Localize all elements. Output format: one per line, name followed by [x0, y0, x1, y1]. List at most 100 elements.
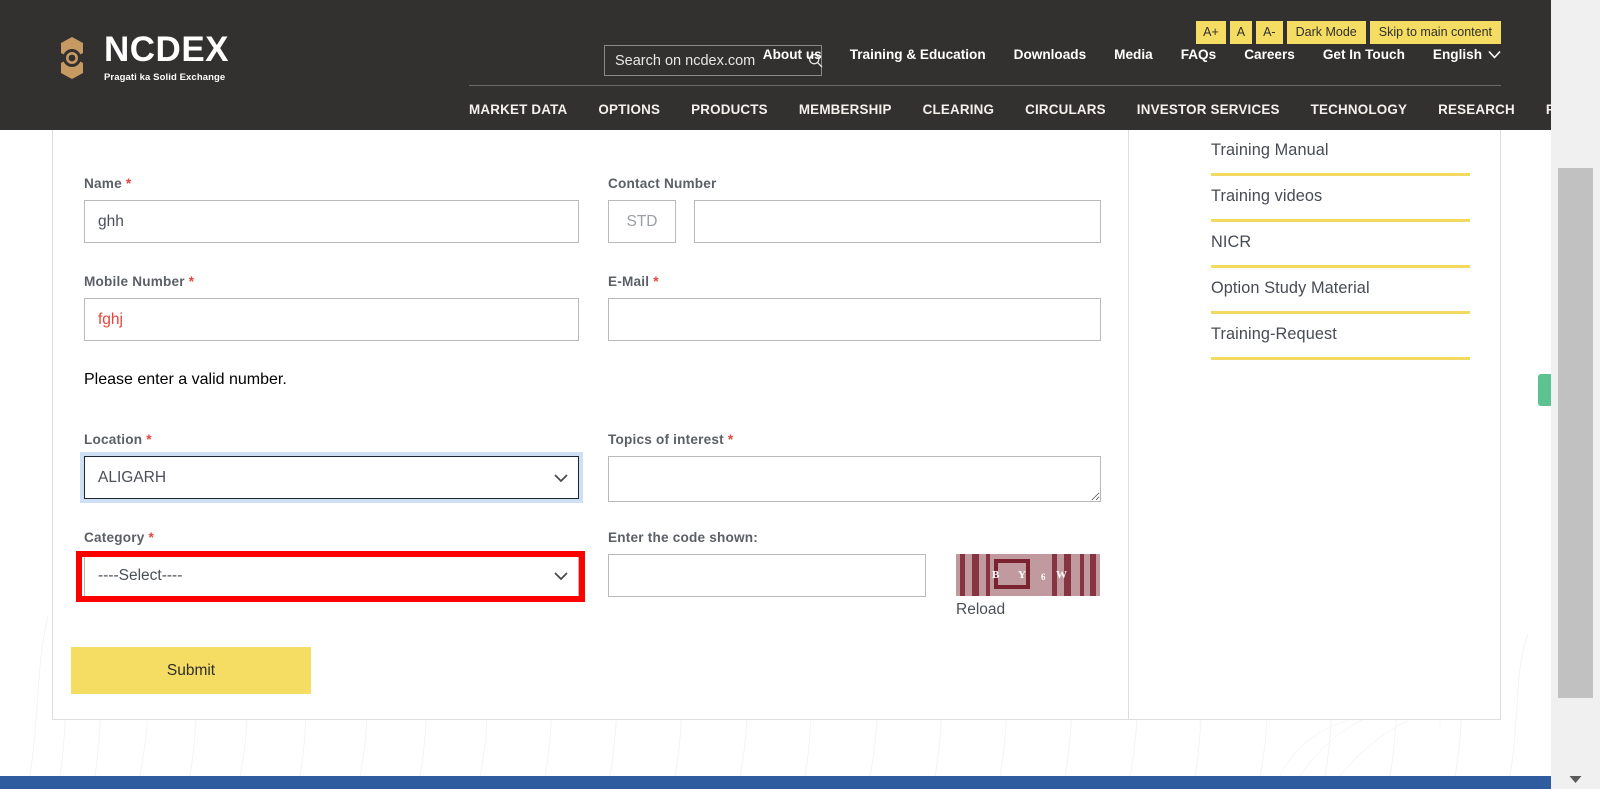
nav-clearing[interactable]: CLEARING: [923, 102, 995, 117]
accessibility-toolbar: A+ A A- Dark Mode Skip to main content: [1196, 21, 1501, 44]
label-name-text: Name: [84, 176, 122, 191]
captcha-image: B Y 6 W: [956, 554, 1100, 596]
location-select[interactable]: [84, 456, 579, 499]
sidebar-item-nicr[interactable]: NICR: [1211, 222, 1470, 268]
label-location: Location *: [84, 432, 579, 447]
sidebar-item-option-study-material[interactable]: Option Study Material: [1211, 268, 1470, 314]
required-marker: *: [188, 274, 195, 289]
nav-options[interactable]: OPTIONS: [598, 102, 660, 117]
nav-membership[interactable]: MEMBERSHIP: [799, 102, 892, 117]
field-location: Location *: [84, 432, 579, 499]
captcha-char-3: W: [1056, 569, 1067, 581]
nav-investor-services[interactable]: INVESTOR SERVICES: [1137, 102, 1280, 117]
sidebar-item-training-request[interactable]: Training-Request: [1211, 314, 1470, 360]
required-marker: *: [125, 176, 132, 191]
nav-products[interactable]: PRODUCTS: [691, 102, 768, 117]
label-name: Name *: [84, 176, 579, 191]
sidebar-item-training-manual[interactable]: Training Manual: [1211, 130, 1470, 176]
sidebar-item-label: Option Study Material: [1211, 279, 1370, 297]
captcha-char-2: 6: [1041, 572, 1046, 582]
logo-wordmark: NCDEX: [104, 30, 230, 69]
site-header: NCDEX Pragati ka Solid Exchange A+ A A- …: [0, 0, 1551, 130]
scrollbar-thumb[interactable]: [1558, 168, 1593, 698]
top-link-media[interactable]: Media: [1114, 47, 1153, 62]
chevron-down-icon: [1488, 50, 1501, 59]
field-category: Category *: [84, 530, 579, 597]
captcha-reload-link[interactable]: Reload: [956, 601, 1100, 619]
font-decrease-button[interactable]: A-: [1256, 21, 1283, 44]
captcha-input[interactable]: [608, 554, 926, 597]
sidebar-item-label: NICR: [1211, 233, 1252, 251]
sidebar-item-label: Training-Request: [1211, 325, 1337, 343]
site-logo[interactable]: NCDEX Pragati ka Solid Exchange: [52, 32, 229, 83]
top-link-downloads[interactable]: Downloads: [1014, 47, 1087, 62]
label-contact-number: Contact Number: [608, 176, 717, 191]
top-link-careers[interactable]: Careers: [1244, 47, 1295, 62]
field-topics-of-interest: Topics of interest *: [608, 432, 1101, 507]
required-marker: *: [727, 432, 734, 447]
field-captcha: Enter the code shown: B Y 6 W Reload: [608, 530, 1101, 619]
std-code-input[interactable]: [608, 200, 676, 243]
scrollbar-down-arrow-icon[interactable]: [1551, 770, 1600, 789]
content-card: Name * Contact Number Mobile Number *: [52, 130, 1501, 720]
label-mobile-number-text: Mobile Number: [84, 274, 185, 289]
logo-text-block: NCDEX Pragati ka Solid Exchange: [104, 32, 229, 83]
sidebar-divider: [1211, 357, 1470, 360]
email-input[interactable]: [608, 298, 1101, 341]
sidebar-item-label: Training videos: [1211, 187, 1323, 205]
nav-circulars[interactable]: CIRCULARS: [1025, 102, 1106, 117]
browser-scrollbar[interactable]: [1551, 0, 1600, 789]
logo-tagline: Pragati ka Solid Exchange: [104, 72, 226, 83]
category-select-wrapper[interactable]: [84, 554, 579, 597]
topics-of-interest-textarea[interactable]: [608, 456, 1101, 502]
mobile-number-input[interactable]: [84, 298, 579, 341]
label-topics-of-interest: Topics of interest *: [608, 432, 1101, 447]
location-select-wrapper[interactable]: [84, 456, 579, 499]
language-label: English: [1432, 47, 1482, 62]
skip-to-main-content-button[interactable]: Skip to main content: [1369, 21, 1501, 44]
top-nav-links: About us Training & Education Downloads …: [763, 47, 1501, 62]
top-link-about-us[interactable]: About us: [763, 47, 822, 62]
mobile-number-error-message: Please enter a valid number.: [84, 371, 287, 388]
captcha-char-1: Y: [1018, 569, 1026, 581]
required-marker: *: [148, 530, 155, 545]
page-root: NCDEX Pragati ka Solid Exchange A+ A A- …: [0, 0, 1551, 789]
font-normal-button[interactable]: A: [1229, 21, 1253, 44]
top-link-training-and-education[interactable]: Training & Education: [850, 47, 986, 62]
captcha-row: B Y 6 W Reload: [608, 554, 1101, 619]
label-mobile-number: Mobile Number *: [84, 274, 579, 289]
label-captcha: Enter the code shown:: [608, 530, 758, 545]
submit-button[interactable]: Submit: [71, 647, 311, 694]
nav-research[interactable]: RESEARCH: [1438, 102, 1515, 117]
ncdex-hex-logo-icon: [61, 36, 83, 79]
top-link-get-in-touch[interactable]: Get In Touch: [1323, 47, 1405, 62]
name-input[interactable]: [84, 200, 579, 243]
floating-chat-tab[interactable]: [1538, 374, 1551, 406]
sidebar-item-label: Training Manual: [1211, 141, 1329, 159]
category-select[interactable]: [84, 554, 579, 597]
field-name: Name *: [84, 176, 579, 243]
field-mobile-number: Mobile Number *: [84, 274, 579, 341]
label-category-text: Category: [84, 530, 145, 545]
nav-market-data[interactable]: MARKET DATA: [469, 102, 567, 117]
label-topics-text: Topics of interest: [608, 432, 724, 447]
sidebar-item-training-videos[interactable]: Training videos: [1211, 176, 1470, 222]
contact-number-input[interactable]: [694, 200, 1101, 243]
field-email: E-Mail *: [608, 274, 1101, 341]
main-navigation: MARKET DATA OPTIONS PRODUCTS MEMBERSHIP …: [469, 95, 1551, 123]
page-bottom-bar: [0, 776, 1551, 789]
label-location-text: Location: [84, 432, 143, 447]
contact-number-row: [608, 200, 1101, 243]
header-divider: [469, 85, 1501, 86]
training-request-form: Name * Contact Number Mobile Number *: [53, 130, 1129, 719]
nav-technology[interactable]: TECHNOLOGY: [1311, 102, 1407, 117]
top-link-faqs[interactable]: FAQs: [1181, 47, 1217, 62]
dark-mode-button[interactable]: Dark Mode: [1286, 21, 1366, 44]
captcha-char-0: B: [992, 569, 1000, 581]
font-increase-button[interactable]: A+: [1196, 21, 1226, 44]
required-marker: *: [653, 274, 659, 289]
captcha-block: B Y 6 W Reload: [956, 554, 1100, 619]
required-marker: *: [146, 432, 152, 447]
label-email: E-Mail *: [608, 274, 1101, 289]
language-selector[interactable]: English: [1433, 47, 1501, 62]
